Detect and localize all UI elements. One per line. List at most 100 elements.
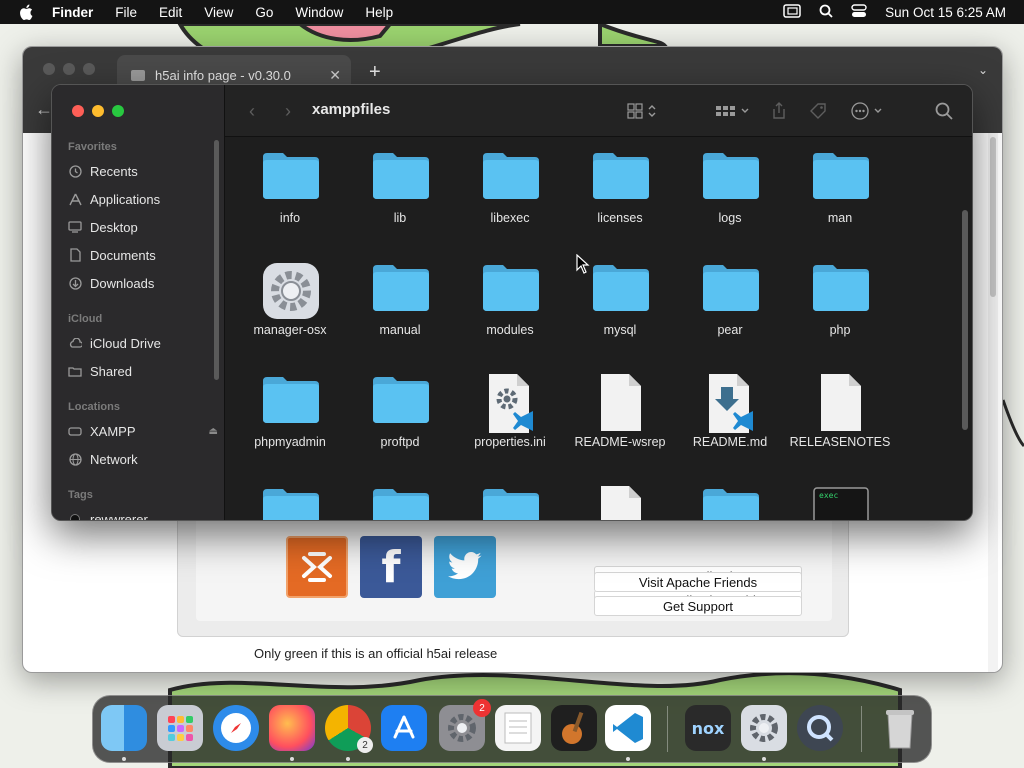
running-indicator [626,757,630,761]
trash-icon[interactable] [877,705,923,751]
sidebar-item-applications[interactable]: Applications [68,189,218,209]
screen-mirroring-icon[interactable] [783,3,801,21]
menu-help[interactable]: Help [354,5,404,20]
browser-zoom-icon[interactable] [83,63,95,75]
sidebar-item-recents[interactable]: Recents [68,161,218,181]
launchpad-icon[interactable] [157,705,203,751]
nox-icon[interactable]: nox [685,705,731,751]
spotlight-search-icon[interactable] [819,4,833,21]
sidebar-item-label: Applications [90,191,161,207]
menu-view[interactable]: View [193,5,244,20]
menu-app-finder[interactable]: Finder [52,5,104,20]
file-item-releasenotes[interactable]: RELEASENOTES [785,365,895,465]
group-by-icon[interactable] [715,101,751,121]
file-item[interactable]: exec [785,477,895,520]
search-icon[interactable] [935,101,953,121]
sidebar-item-shared[interactable]: Shared [68,361,218,381]
file-item-manual[interactable]: manual [345,253,455,353]
browser-close-icon[interactable] [43,63,55,75]
firefox-icon[interactable] [269,705,315,751]
new-tab-icon[interactable]: + [369,61,381,84]
forward-chevron-icon[interactable]: › [285,101,291,122]
file-item-php[interactable]: php [785,253,895,353]
file-item-modules[interactable]: modules [455,253,565,353]
sidebar-item-icloud-drive[interactable]: iCloud Drive [68,333,218,353]
file-item-licenses[interactable]: licenses [565,141,675,241]
document-icon [68,248,82,262]
file-item[interactable] [675,477,785,520]
menu-window[interactable]: Window [284,5,354,20]
finder-scrollbar[interactable] [962,210,968,430]
finder-toolbar: ‹ › xamppfiles [225,85,972,137]
file-item-proftpd[interactable]: proftpd [345,365,455,465]
sidebar-item-label: Desktop [90,219,138,235]
vscode-icon[interactable] [605,705,651,751]
sidebar-item-tag-rewwrerer[interactable]: rewwrerer [68,509,218,520]
back-chevron-icon[interactable]: ‹ [249,101,255,122]
visit-apache-friends-button[interactable]: Visit Apache Friends [594,572,802,592]
file-item-readme-md[interactable]: README.md [675,365,785,465]
file-item-libexec[interactable]: libexec [455,141,565,241]
sidebar-scrollbar[interactable] [214,140,219,380]
file-item-logs[interactable]: logs [675,141,785,241]
file-item-readme-wsrep[interactable]: README-wsrep [565,365,675,465]
sidebar-item-label: Documents [90,247,156,263]
quicktime-icon[interactable] [797,705,843,751]
file-item[interactable] [345,477,455,520]
safari-icon[interactable] [213,705,259,751]
gear-app-icon[interactable] [741,705,787,751]
finder-minimize-icon[interactable] [92,105,104,117]
file-item-pear[interactable]: pear [675,253,785,353]
control-center-icon[interactable] [851,3,867,21]
file-item[interactable] [235,477,345,520]
file-item[interactable] [565,477,675,520]
twitter-logo-icon[interactable] [434,536,496,598]
tag-icon[interactable] [809,101,827,121]
file-item-man[interactable]: man [785,141,895,241]
menu-clock[interactable]: Sun Oct 15 6:25 AM [885,5,1006,20]
running-indicator [290,757,294,761]
facebook-logo-icon[interactable]: f [360,536,422,598]
file-item[interactable] [455,477,565,520]
sidebar-item-network[interactable]: Network [68,449,218,469]
official-release-note: Only green if this is an official h5ai r… [254,646,498,661]
more-actions-icon[interactable] [851,101,887,121]
clock-icon [68,164,82,178]
eject-icon[interactable]: ⏏ [209,426,218,437]
system-settings-icon[interactable]: 2 [439,699,491,751]
finder-close-icon[interactable] [72,105,84,117]
file-item-phpmyadmin[interactable]: phpmyadmin [235,365,345,465]
drive-icon [68,424,82,438]
textedit-icon[interactable] [495,705,541,751]
tab-close-icon[interactable]: ✕ [329,67,341,84]
app-store-icon[interactable] [381,705,427,751]
icon-view-toggle-icon[interactable] [627,101,661,121]
guitar-icon[interactable] [551,705,597,751]
sidebar-header-locations: Locations [68,401,120,413]
chrome-icon[interactable]: 2 [325,705,373,753]
dock-separator [667,706,668,752]
tab-list-chevron-icon[interactable]: ⌄ [978,63,988,77]
menu-go[interactable]: Go [244,5,284,20]
sidebar-item-xampp[interactable]: XAMPP ⏏ [68,421,218,441]
desktop-icon [68,220,82,234]
browser-scrollbar[interactable] [988,133,998,672]
menu-edit[interactable]: Edit [148,5,193,20]
share-icon[interactable] [771,101,787,121]
sidebar-item-desktop[interactable]: Desktop [68,217,218,237]
sidebar-item-downloads[interactable]: Downloads [68,273,218,293]
browser-minimize-icon[interactable] [63,63,75,75]
file-item-lib[interactable]: lib [345,141,455,241]
file-item-info[interactable]: info [235,141,345,241]
xampp-logo-icon[interactable] [286,536,348,598]
menu-file[interactable]: File [104,5,148,20]
sidebar-item-label: iCloud Drive [90,335,161,351]
file-item-properties-ini[interactable]: properties.ini [455,365,565,465]
sidebar-item-documents[interactable]: Documents [68,245,218,265]
apple-menu-icon[interactable] [0,4,52,20]
get-support-button[interactable]: Get Support [594,596,802,616]
file-item-manager-osx[interactable]: manager-osx [235,253,345,353]
sidebar-header-icloud: iCloud [68,313,103,325]
finder-icon[interactable] [101,705,147,751]
finder-zoom-icon[interactable] [112,105,124,117]
